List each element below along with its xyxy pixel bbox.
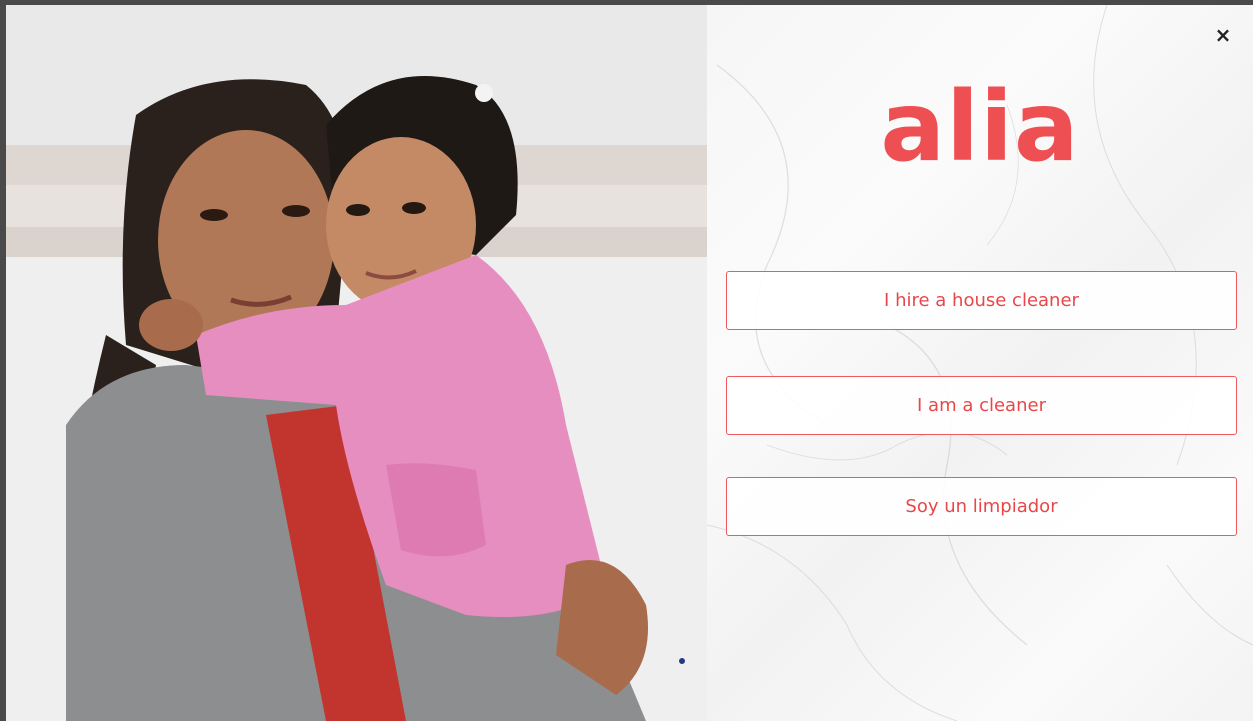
hire-cleaner-button[interactable]: I hire a house cleaner: [726, 271, 1237, 330]
am-cleaner-button[interactable]: I am a cleaner: [726, 376, 1237, 435]
hire-cleaner-label: I hire a house cleaner: [884, 290, 1079, 311]
hero-photo: [6, 5, 707, 721]
auth-panel: × alia I hire a house cleaner I am a cle…: [707, 5, 1253, 721]
photo-illustration: [6, 5, 707, 721]
close-button[interactable]: ×: [1211, 23, 1235, 47]
close-icon: ×: [1214, 23, 1232, 47]
welcome-modal: × alia I hire a house cleaner I am a cle…: [6, 5, 1253, 721]
am-cleaner-label: I am a cleaner: [917, 395, 1046, 416]
soy-limpiador-button[interactable]: Soy un limpiador: [726, 477, 1237, 536]
brand-logo: alia: [880, 71, 1080, 183]
soy-limpiador-label: Soy un limpiador: [905, 496, 1058, 517]
